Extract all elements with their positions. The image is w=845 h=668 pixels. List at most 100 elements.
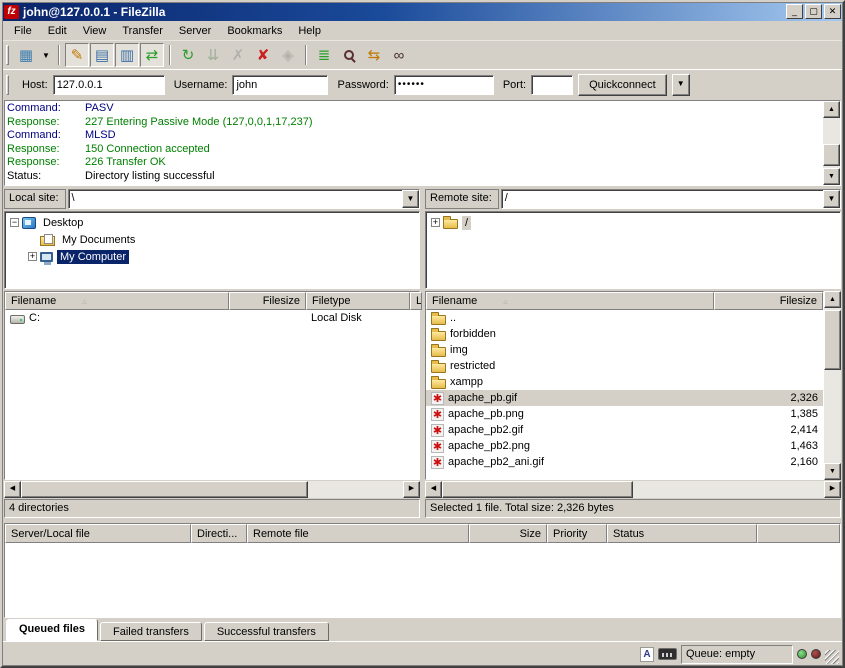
docs-icon [40, 236, 55, 246]
local-site-label: Local site: [4, 189, 66, 209]
minimize-button[interactable]: _ [786, 4, 803, 19]
file-row-forbidden[interactable]: forbidden [426, 326, 823, 342]
local-site-combobox[interactable]: \ ▼ [68, 189, 420, 209]
column-header-label: Filetype [312, 295, 351, 307]
find-files-button[interactable]: ∞ [387, 43, 411, 67]
scroll-track[interactable] [21, 481, 403, 498]
scroll-track[interactable] [823, 118, 840, 168]
column-header-label: Server/Local file [11, 528, 90, 540]
queue-body[interactable] [5, 543, 840, 617]
remote-vertical-scrollbar[interactable]: ▲ ▼ [824, 291, 841, 480]
quickconnect-button[interactable]: Quickconnect [578, 74, 667, 96]
message-log-scrollbar[interactable]: ▲ ▼ [823, 101, 840, 185]
local-horizontal-scrollbar[interactable]: ◀ ▶ [4, 481, 420, 498]
toggle-transfer-queue-button[interactable]: ⇄ [140, 43, 164, 67]
file-row-restricted[interactable]: restricted [426, 358, 823, 374]
menu-item-server[interactable]: Server [171, 23, 219, 39]
reconnect-button[interactable]: ◈ [276, 43, 300, 67]
scroll-up-icon[interactable]: ▲ [823, 101, 840, 118]
username-input[interactable] [232, 75, 328, 95]
tree-item-my-computer[interactable]: +My Computer [5, 248, 419, 265]
file-row-apache-pb2-ani-gif[interactable]: apache_pb2_ani.gif2,160 [426, 454, 823, 470]
local-site-value: \ [69, 190, 402, 208]
column-header-server-local-file[interactable]: Server/Local file [5, 524, 191, 543]
scroll-track[interactable] [442, 481, 824, 498]
file-row-blank[interactable]: .. [426, 310, 823, 326]
menu-item-help[interactable]: Help [290, 23, 329, 39]
scroll-down-icon[interactable]: ▼ [824, 463, 841, 480]
column-header-filename[interactable]: Filename▵ [426, 292, 714, 310]
filename-cell: apache_pb2.gif [426, 422, 714, 438]
directory-comparison-button[interactable] [337, 43, 361, 67]
site-manager-dropdown-icon[interactable]: ▼ [39, 43, 53, 67]
column-header-priority[interactable]: Priority [547, 524, 607, 543]
file-row-apache-pb-gif[interactable]: apache_pb.gif2,326 [426, 390, 823, 406]
tree-expander-icon[interactable]: + [28, 252, 37, 261]
menu-item-file[interactable]: File [6, 23, 40, 39]
remote-horizontal-scrollbar[interactable]: ◀ ▶ [425, 481, 841, 498]
filetype-cell: Local Disk [306, 310, 410, 326]
file-row-apache-pb-png[interactable]: apache_pb.png1,385 [426, 406, 823, 422]
host-input[interactable] [53, 75, 165, 95]
process-queue-button[interactable]: ⇊ [201, 43, 225, 67]
column-header-directi[interactable]: Directi... [191, 524, 247, 543]
chevron-down-icon[interactable]: ▼ [402, 190, 419, 208]
tab-successful-transfers[interactable]: Successful transfers [204, 622, 329, 641]
menu-item-view[interactable]: View [75, 23, 115, 39]
file-row-img[interactable]: img [426, 342, 823, 358]
password-input[interactable] [394, 75, 494, 95]
column-header-filetype[interactable]: Filetype [306, 292, 410, 310]
scroll-left-icon[interactable]: ◀ [425, 481, 442, 498]
remote-site-combobox[interactable]: / ▼ [501, 189, 841, 209]
column-header-filesize[interactable]: Filesize [229, 292, 306, 310]
directory-filters-button[interactable]: ≣ [312, 43, 336, 67]
tab-failed-transfers[interactable]: Failed transfers [100, 622, 202, 641]
column-header-remote-file[interactable]: Remote file [247, 524, 469, 543]
tree-expander-icon[interactable]: − [10, 218, 19, 227]
scroll-thumb[interactable] [21, 481, 308, 498]
file-row-apache-pb2-png[interactable]: apache_pb2.png1,463 [426, 438, 823, 454]
column-header-status[interactable]: Status [607, 524, 757, 543]
scroll-thumb[interactable] [824, 310, 841, 370]
tree-expander-icon[interactable]: + [431, 218, 440, 227]
column-header-filesize[interactable]: Filesize [714, 292, 823, 310]
toolbar-separator [305, 45, 307, 65]
maximize-button[interactable]: ▢ [805, 4, 822, 19]
synchronized-browsing-button[interactable]: ⇆ [362, 43, 386, 67]
scroll-left-icon[interactable]: ◀ [4, 481, 21, 498]
file-row-c[interactable]: C:Local Disk [5, 310, 419, 326]
site-manager-button[interactable]: ▦ [14, 43, 38, 67]
scroll-up-icon[interactable]: ▲ [824, 291, 841, 308]
resize-grip[interactable] [825, 650, 839, 664]
menu-item-transfer[interactable]: Transfer [114, 23, 171, 39]
file-row-apache-pb2-gif[interactable]: apache_pb2.gif2,414 [426, 422, 823, 438]
scroll-down-icon[interactable]: ▼ [823, 168, 840, 185]
cancel-operation-button[interactable]: ✗ [226, 43, 250, 67]
toggle-remote-tree-button[interactable]: ▥ [115, 43, 139, 67]
port-input[interactable] [531, 75, 573, 95]
scroll-right-icon[interactable]: ▶ [824, 481, 841, 498]
tree-item-desktop[interactable]: −Desktop [5, 214, 419, 231]
scroll-right-icon[interactable]: ▶ [403, 481, 420, 498]
column-header-size[interactable]: Size [469, 524, 547, 543]
scroll-thumb[interactable] [823, 144, 840, 166]
menu-item-bookmarks[interactable]: Bookmarks [219, 23, 290, 39]
menu-item-edit[interactable]: Edit [40, 23, 75, 39]
column-header-extra[interactable] [757, 524, 840, 543]
toggle-local-tree-button[interactable]: ▤ [90, 43, 114, 67]
chevron-down-icon[interactable]: ▼ [823, 190, 840, 208]
scroll-thumb[interactable] [442, 481, 633, 498]
column-header-filename[interactable]: Filename▵ [5, 292, 229, 310]
menu-bar: FileEditViewTransferServerBookmarksHelp [2, 21, 843, 41]
tree-item-blank[interactable]: +/ [426, 214, 840, 231]
disconnect-button[interactable]: ✘ [251, 43, 275, 67]
tab-queued-files[interactable]: Queued files [6, 619, 98, 641]
close-button[interactable]: ✕ [824, 4, 841, 19]
quickconnect-dropdown-icon[interactable]: ▼ [672, 74, 690, 96]
tree-item-my-documents[interactable]: My Documents [5, 231, 419, 248]
browser-panes: Local site: \ ▼ −DesktopMy Documents+My … [2, 188, 843, 518]
scroll-track[interactable] [824, 308, 841, 463]
file-row-xampp[interactable]: xampp [426, 374, 823, 390]
refresh-button[interactable]: ↻ [176, 43, 200, 67]
toggle-message-log-button[interactable]: ✎ [65, 43, 89, 67]
